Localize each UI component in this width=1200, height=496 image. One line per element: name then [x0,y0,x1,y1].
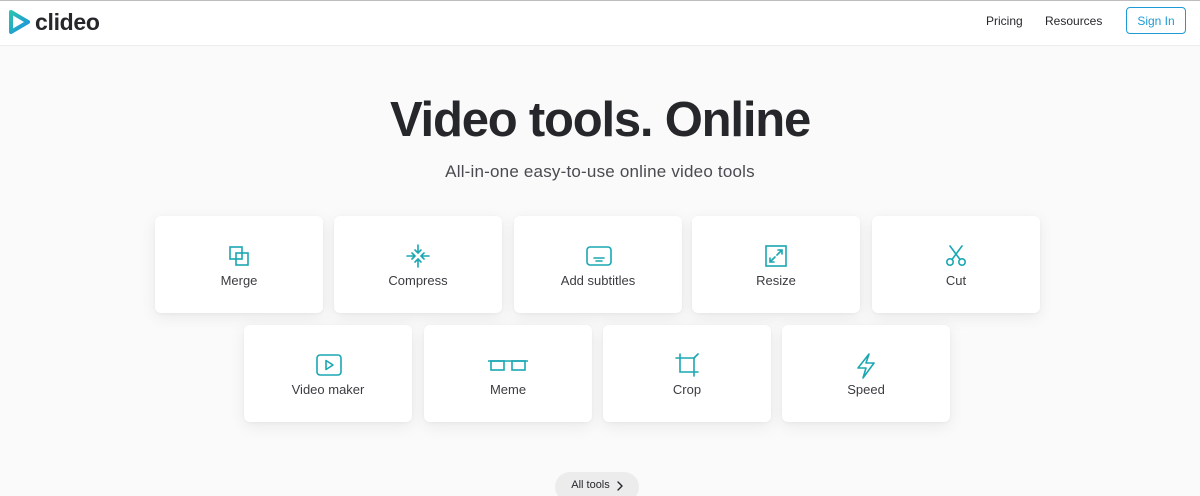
tool-card-meme[interactable]: Meme [424,325,592,422]
logo-text: clideo [35,8,100,35]
all-tools-button[interactable]: All tools [555,472,639,496]
glasses-icon [488,353,528,377]
crop-icon [675,353,699,377]
tool-label-speed: Speed [847,382,885,397]
tool-card-resize[interactable]: Resize [692,216,860,313]
play-icon [316,353,342,377]
scissors-icon [944,244,968,268]
tool-card-speed[interactable]: Speed [782,325,950,422]
tool-card-cut[interactable]: Cut [872,216,1040,313]
sign-in-button[interactable]: Sign In [1126,7,1186,34]
tool-label-cut: Cut [945,273,967,288]
page-subtitle: All-in-one easy-to-use online video tool… [445,162,755,181]
tool-label-meme: Meme [489,382,527,397]
merge-icon [227,244,251,268]
tool-card-video-maker[interactable]: Video maker [244,325,412,422]
clideo-logo[interactable]: clideo [8,9,100,35]
all-tools-label: All tools [571,479,610,491]
tool-card-add-subtitles[interactable]: Add subtitles [514,216,682,313]
top-header: clideo Pricing Resources Sign In [0,0,1200,46]
tool-label-compress: Compress [388,273,448,288]
tool-card-merge[interactable]: Merge [155,216,323,313]
lightning-icon [854,353,878,379]
tool-label-crop: Crop [672,382,702,397]
logo-play-icon [9,10,30,34]
tool-label-add-subtitles: Add subtitles [560,273,636,288]
compress-icon [406,244,430,268]
resize-icon [764,244,788,268]
tool-label-merge: Merge [220,273,258,288]
subtitles-icon [586,244,612,268]
page: clideo Pricing Resources Sign In Video t… [0,0,1200,496]
tool-card-crop[interactable]: Crop [603,325,771,422]
nav-pricing[interactable]: Pricing [986,13,1023,29]
tool-card-compress[interactable]: Compress [334,216,502,313]
nav-resources[interactable]: Resources [1045,13,1102,29]
tool-label-resize: Resize [756,273,796,288]
chevron-right-icon [617,481,623,491]
page-title: Video tools. Online [389,93,811,147]
tool-label-video-maker: Video maker [291,382,365,397]
